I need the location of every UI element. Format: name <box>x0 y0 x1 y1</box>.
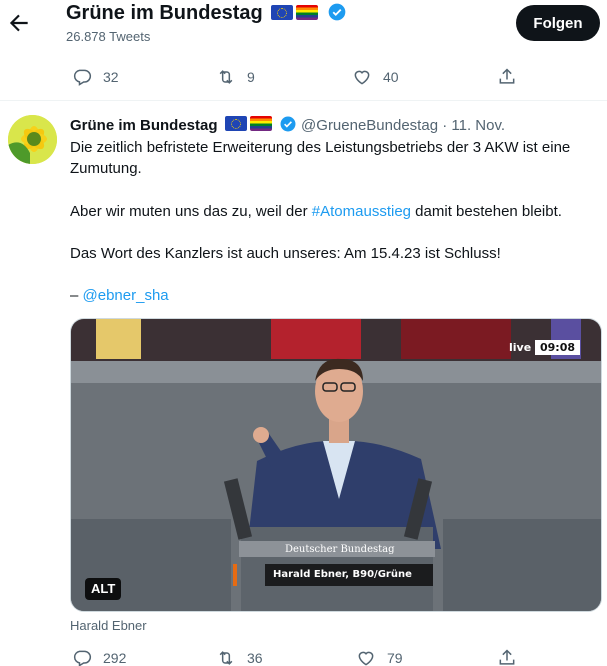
mention-prefix: – <box>70 287 83 304</box>
share-button[interactable] <box>497 646 517 666</box>
retweet-button[interactable]: 9 <box>216 65 255 89</box>
lower-third-label: Harald Ebner, B90/Grüne <box>273 569 412 580</box>
line2-start: Aber wir muten uns das zu, weil der <box>70 203 312 220</box>
reply-count: 292 <box>103 650 127 666</box>
tweet-actions: 292 36 79 <box>0 646 607 666</box>
reply-button[interactable]: 292 <box>72 646 126 666</box>
share-button[interactable] <box>497 65 517 89</box>
reply-button[interactable]: 32 <box>72 65 119 89</box>
retweet-count: 9 <box>247 69 255 85</box>
back-arrow-icon[interactable] <box>6 10 32 36</box>
verified-badge-icon <box>280 116 296 132</box>
follow-button[interactable]: Folgen <box>516 5 600 41</box>
like-icon <box>354 70 370 85</box>
prev-tweet-actions: 32 9 40 <box>0 65 607 89</box>
share-icon <box>499 68 515 84</box>
tweet-text-line1: Die zeitlich befristete Erweiterung des … <box>70 139 571 177</box>
tweet-text-line3: Das Wort des Kanzlers ist auch unseres: … <box>70 245 501 262</box>
rainbow-flag-icon <box>249 116 272 131</box>
retweet-icon <box>219 651 233 665</box>
tweet-date[interactable]: 11. Nov. <box>451 117 505 134</box>
like-button[interactable]: 40 <box>352 65 399 89</box>
media-caption: Harald Ebner <box>70 618 147 633</box>
video-thumbnail[interactable]: live 09:08 Deutscher Bundestag Harald Eb… <box>70 318 602 612</box>
profile-title: Grüne im Bundestag <box>66 2 347 25</box>
mention-link[interactable]: @ebner_sha <box>83 287 169 304</box>
retweet-count: 36 <box>247 650 263 666</box>
timestamp-label: 09:08 <box>535 340 581 355</box>
reply-icon <box>73 69 92 86</box>
avatar[interactable] <box>8 115 57 164</box>
divider <box>0 100 607 101</box>
reply-count: 32 <box>103 69 119 85</box>
alt-badge[interactable]: ALT <box>85 578 122 600</box>
profile-header: Grüne im Bundestag 26.878 Tweets Folgen <box>0 0 607 50</box>
line2-end: damit bestehen bleibt. <box>411 203 562 220</box>
live-label: live <box>509 341 532 354</box>
like-count: 40 <box>383 69 399 85</box>
author-handle[interactable]: @GrueneBundestag <box>301 117 438 134</box>
like-button[interactable]: 79 <box>356 646 403 666</box>
rainbow-flag-icon <box>296 5 319 20</box>
reply-icon <box>73 650 92 666</box>
tweet-header: Grüne im Bundestag @GrueneBundestag · 11… <box>70 115 505 134</box>
sunflower-logo <box>8 115 57 164</box>
tweet-text-line2: Aber wir muten uns das zu, weil der #Ato… <box>70 201 600 222</box>
retweet-button[interactable]: 36 <box>216 646 263 666</box>
eu-flag-icon <box>224 116 247 131</box>
like-count: 79 <box>387 650 403 666</box>
podium-label: Deutscher Bundestag <box>285 544 395 555</box>
like-icon <box>358 651 374 666</box>
tweet-text-line4: – @ebner_sha <box>70 285 600 306</box>
separator-dot: · <box>442 117 448 134</box>
profile-name: Grüne im Bundestag <box>66 2 263 24</box>
tweet-count: 26.878 Tweets <box>66 29 151 44</box>
retweet-icon <box>219 70 233 84</box>
author-name[interactable]: Grüne im Bundestag <box>70 117 218 134</box>
share-icon <box>499 649 515 665</box>
verified-badge-icon <box>328 3 346 21</box>
eu-flag-icon <box>271 5 294 20</box>
hashtag-link[interactable]: #Atomausstieg <box>312 203 411 220</box>
